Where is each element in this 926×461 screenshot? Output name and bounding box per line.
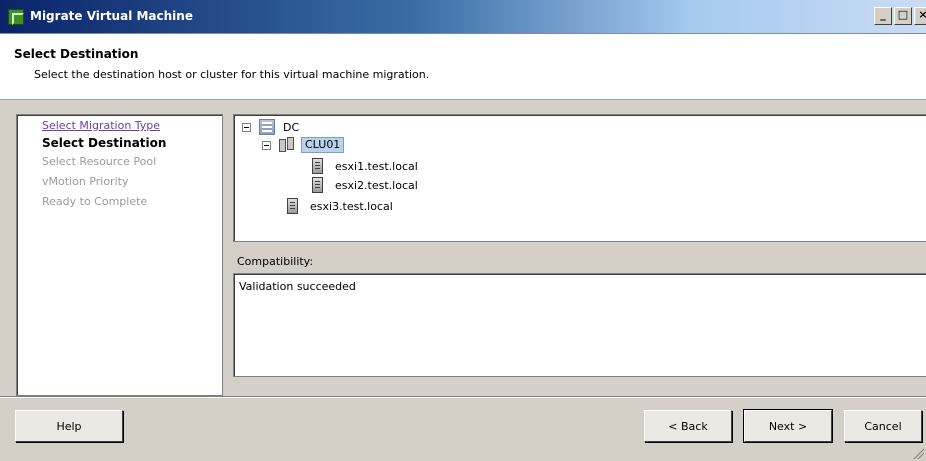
datacenter-icon [259, 119, 275, 135]
vm-migrate-icon [8, 9, 24, 25]
step-select-migration-type[interactable]: Select Migration Type [42, 119, 160, 133]
tree-node-label: DC [283, 120, 300, 134]
maximize-button[interactable]: □ [894, 7, 912, 25]
tree-node-dc[interactable]: DC [242, 118, 299, 136]
cluster-icon [279, 137, 297, 153]
close-button[interactable]: × [914, 7, 926, 25]
wizard-steps-panel: Select Migration Type Select Destination… [16, 114, 223, 396]
next-button[interactable]: Next > [743, 409, 833, 443]
cancel-button[interactable]: Cancel [844, 410, 922, 442]
footer-divider [0, 396, 926, 398]
compatibility-message: Validation succeeded [239, 280, 356, 293]
page-subtitle: Select the destination host or cluster f… [34, 68, 430, 81]
minimize-button[interactable]: _ [874, 7, 892, 25]
title-bar[interactable]: Migrate Virtual Machine _ □ × [0, 0, 926, 34]
step-select-destination: Select Destination [42, 136, 167, 150]
tree-node-label: esxi3.test.local [310, 199, 393, 213]
wizard-header: Select Destination Select the destinatio… [0, 34, 926, 100]
tree-node-host[interactable]: esxi2.test.local [312, 176, 418, 194]
server-icon [287, 198, 298, 214]
tree-node-cluster[interactable]: CLU01 [262, 136, 345, 154]
window-title: Migrate Virtual Machine [30, 9, 193, 23]
step-select-resource-pool: Select Resource Pool [42, 155, 157, 168]
window-controls: _ □ × [874, 7, 926, 27]
destination-tree[interactable]: DC CLU01 esxi1.test.local esxi2.test.loc… [233, 114, 926, 242]
collapse-icon[interactable] [242, 122, 251, 132]
tree-node-label: esxi2.test.local [335, 178, 418, 192]
back-button[interactable]: < Back [644, 410, 732, 442]
migrate-vm-window: Migrate Virtual Machine _ □ × Select Des… [0, 0, 926, 461]
compatibility-box: Validation succeeded [233, 273, 926, 377]
tree-node-label: esxi1.test.local [335, 159, 418, 173]
resize-grip[interactable] [912, 447, 924, 459]
server-icon [312, 158, 323, 174]
page-title: Select Destination [14, 47, 139, 61]
step-vmotion-priority: vMotion Priority [42, 175, 129, 188]
step-ready-to-complete: Ready to Complete [42, 195, 148, 208]
tree-node-host[interactable]: esxi1.test.local [312, 157, 418, 175]
tree-node-label: CLU01 [301, 137, 345, 153]
server-icon [312, 177, 323, 193]
help-button[interactable]: Help [15, 410, 123, 442]
collapse-icon[interactable] [262, 140, 271, 150]
tree-node-host[interactable]: esxi3.test.local [287, 197, 393, 215]
compatibility-label: Compatibility: [237, 255, 314, 268]
